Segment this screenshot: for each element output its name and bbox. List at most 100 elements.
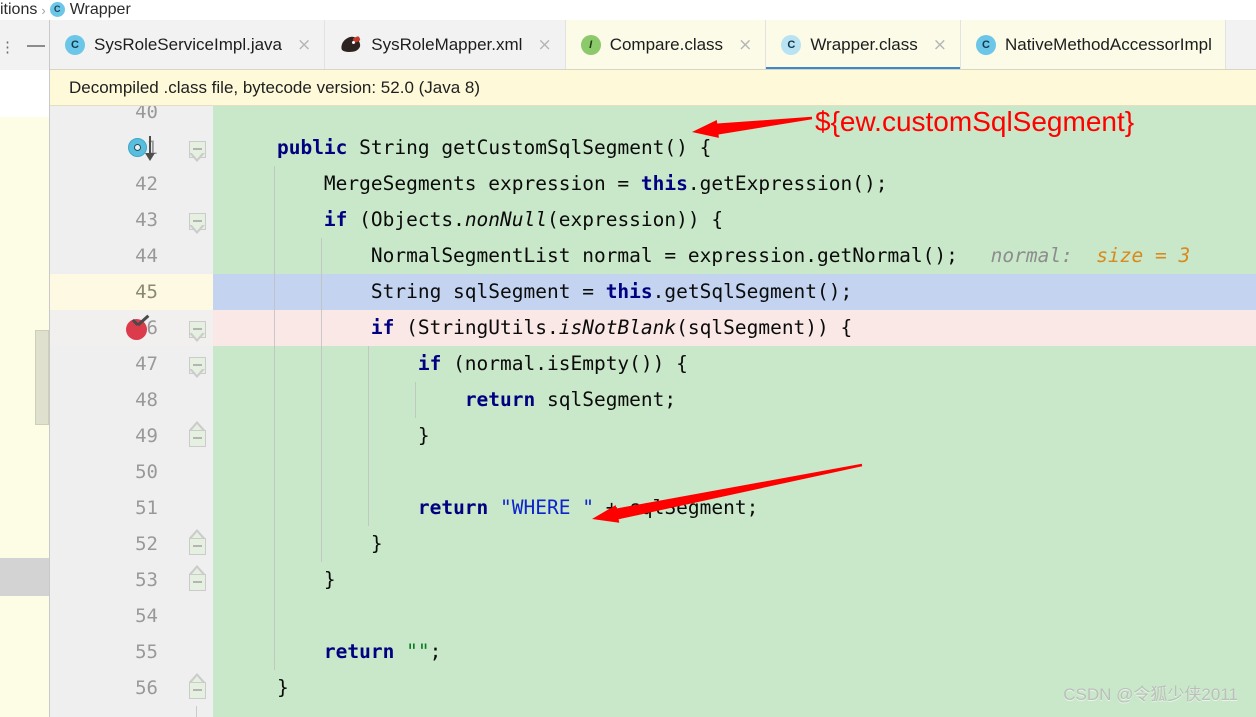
line-number: 44 <box>135 245 158 267</box>
close-icon[interactable]: × <box>297 36 311 54</box>
code-line[interactable]: 49 } <box>50 418 1256 454</box>
class-icon: C <box>49 1 65 17</box>
breadcrumb-trail[interactable]: itions <box>0 0 37 20</box>
code-text[interactable]: MergeSegments expression = this.getExpre… <box>230 166 888 202</box>
code-line-background <box>213 598 1256 634</box>
code-editor[interactable]: 4041 public String getCustomSqlSegment()… <box>50 106 1256 717</box>
code-line[interactable]: 51 return "WHERE " + sqlSegment; <box>50 490 1256 526</box>
close-icon[interactable]: × <box>738 36 752 54</box>
breadcrumb[interactable]: itions › C Wrapper <box>0 0 1256 20</box>
code-text[interactable]: if (StringUtils.isNotBlank(sqlSegment)) … <box>230 310 852 346</box>
code-line[interactable]: 42 MergeSegments expression = this.getEx… <box>50 166 1256 202</box>
tab-wrapper-class[interactable]: C Wrapper.class × <box>766 20 961 69</box>
indent-guide <box>273 454 275 490</box>
left-tool-panel <box>0 70 49 717</box>
close-icon[interactable]: × <box>933 36 947 54</box>
line-number: 42 <box>135 173 158 195</box>
code-token-plain: NormalSegmentList normal = expression.ge… <box>230 244 958 267</box>
left-panel-scrollbar-thumb[interactable] <box>35 330 49 425</box>
java-class-selected-icon: C <box>781 35 802 55</box>
breadcrumb-current[interactable]: Wrapper <box>70 0 131 20</box>
code-text[interactable]: if (normal.isEmpty()) { <box>230 346 688 382</box>
code-text[interactable]: public String getCustomSqlSegment() { <box>230 130 711 166</box>
code-fold-marker-down[interactable] <box>189 208 206 234</box>
line-number: 40 <box>135 106 158 123</box>
code-fold-marker-up[interactable] <box>189 673 206 699</box>
code-token-str: "WHERE " <box>500 496 594 519</box>
code-lines[interactable]: 4041 public String getCustomSqlSegment()… <box>50 106 1256 717</box>
line-number: 51 <box>135 497 158 519</box>
code-token-plain: MergeSegments expression = <box>230 172 641 195</box>
close-icon[interactable]: × <box>537 36 551 54</box>
code-text[interactable]: return ""; <box>230 634 441 670</box>
code-text[interactable]: } <box>230 418 430 454</box>
indent-guide <box>367 454 369 490</box>
inline-debug-hint: normal: size = 3 <box>991 238 1191 274</box>
code-token-plain: (Objects. <box>347 208 465 231</box>
tab-label: NativeMethodAccessorImpl <box>1004 35 1212 54</box>
code-text[interactable]: NormalSegmentList normal = expression.ge… <box>230 238 958 274</box>
tab-sysrolemapper-xml[interactable]: SysRoleMapper.xml × <box>325 20 566 69</box>
code-fold-marker-up[interactable] <box>189 529 206 555</box>
code-text[interactable]: } <box>230 526 383 562</box>
code-fold-marker-down[interactable] <box>189 316 206 342</box>
code-token-kw: this <box>640 172 688 195</box>
editor-tab-bar[interactable]: C SysRoleServiceImpl.java × SysRoleMappe… <box>50 20 1256 70</box>
line-number: 45 <box>135 281 158 303</box>
tab-label: Compare.class <box>609 35 724 54</box>
java-class-icon: C <box>65 35 85 55</box>
code-fold-marker-down[interactable] <box>189 352 206 378</box>
implementing-method-icon[interactable] <box>128 136 155 161</box>
left-panel-selected-block[interactable] <box>0 558 49 596</box>
code-token-plain: } <box>230 568 336 591</box>
code-line[interactable]: 48 return sqlSegment; <box>50 382 1256 418</box>
code-token-plain: (StringUtils. <box>394 316 559 339</box>
code-token-str-green: "" <box>406 640 430 663</box>
code-line[interactable]: 52 } <box>50 526 1256 562</box>
code-fold-marker-up[interactable] <box>189 421 206 447</box>
code-text[interactable]: return "WHERE " + sqlSegment; <box>230 490 759 526</box>
code-text[interactable]: return sqlSegment; <box>230 382 676 418</box>
code-token-plain: sqlSegment; <box>535 388 677 411</box>
decompiled-notice-text: Decompiled .class file, bytecode version… <box>69 77 481 97</box>
decompiled-notice-bar: Decompiled .class file, bytecode version… <box>50 70 1256 106</box>
code-line[interactable]: 50 <box>50 454 1256 490</box>
code-line[interactable]: 47 if (normal.isEmpty()) { <box>50 346 1256 382</box>
tab-compare-class[interactable]: I Compare.class × <box>565 20 767 69</box>
code-line[interactable]: 44 NormalSegmentList normal = expression… <box>50 238 1256 274</box>
code-line[interactable]: 43 if (Objects.nonNull(expression)) { <box>50 202 1256 238</box>
code-text[interactable]: String sqlSegment = this.getSqlSegment()… <box>230 274 852 310</box>
code-text[interactable]: } <box>230 670 289 706</box>
code-line[interactable]: 53 } <box>50 562 1256 598</box>
code-token-kw: return <box>464 388 536 411</box>
code-text[interactable]: } <box>230 562 336 598</box>
code-token-kw: this <box>605 280 653 303</box>
minimize-icon[interactable] <box>27 45 45 47</box>
code-line[interactable]: 54 <box>50 598 1256 634</box>
code-text[interactable]: if (Objects.nonNull(expression)) { <box>230 202 723 238</box>
csdn-watermark: CSDN @令狐少侠2011 <box>1063 685 1238 704</box>
hint-label: normal: <box>990 244 1097 267</box>
code-fold-marker-up[interactable] <box>189 565 206 591</box>
code-line[interactable]: 46 if (StringUtils.isNotBlank(sqlSegment… <box>50 310 1256 346</box>
line-number: 43 <box>135 209 158 231</box>
code-line[interactable]: 55 return ""; <box>50 634 1256 670</box>
tab-nativemethodaccessorimpl[interactable]: C NativeMethodAccessorImpl <box>960 20 1226 69</box>
code-token-kw: return <box>417 496 489 519</box>
breakpoint-verified-icon[interactable] <box>126 317 149 340</box>
tab-sysroleserviceimpl-java[interactable]: C SysRoleServiceImpl.java × <box>50 20 326 69</box>
code-fold-marker-down[interactable] <box>189 136 206 162</box>
code-token-plain: getCustomSqlSegment() { <box>429 136 712 159</box>
code-token-kw: public <box>276 136 348 159</box>
customsqlsegment-annotation: ${ew.customSqlSegment} <box>815 106 1135 137</box>
ide-editor-window: itions › C Wrapper ⋮ C SysRoleServiceImp… <box>0 0 1256 717</box>
code-line[interactable]: 45 String sqlSegment = this.getSqlSegmen… <box>50 274 1256 310</box>
code-token-plain: } <box>230 424 430 447</box>
